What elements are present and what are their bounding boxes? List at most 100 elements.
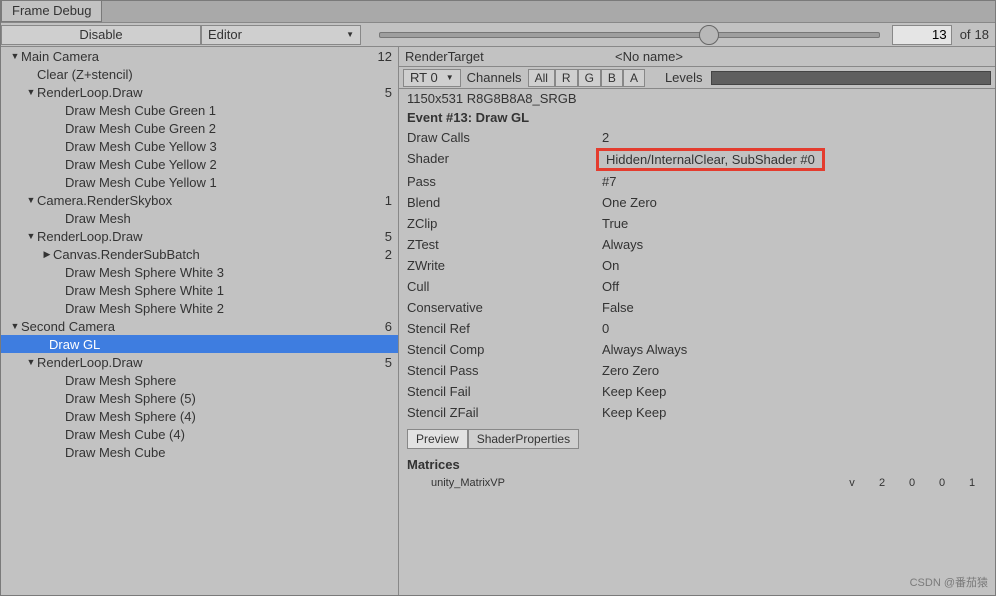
tree-row[interactable]: Clear (Z+stencil) bbox=[1, 65, 398, 83]
tree-row[interactable]: Draw Mesh Cube Yellow 3 bbox=[1, 137, 398, 155]
tree-row[interactable]: Draw Mesh bbox=[1, 209, 398, 227]
tree-label: Draw Mesh Sphere (5) bbox=[65, 391, 368, 406]
property-value: #7 bbox=[602, 174, 616, 189]
property-value: Always bbox=[602, 237, 643, 252]
render-target-label: RenderTarget bbox=[405, 49, 615, 64]
property-value: Zero Zero bbox=[602, 363, 659, 378]
sub-tabs: Preview ShaderProperties bbox=[399, 423, 995, 451]
collapse-icon[interactable]: ▼ bbox=[25, 357, 37, 367]
tree-row[interactable]: Draw Mesh Sphere White 1 bbox=[1, 281, 398, 299]
tree-row[interactable]: ▼RenderLoop.Draw5 bbox=[1, 227, 398, 245]
tree-count: 2 bbox=[368, 247, 392, 262]
event-slider[interactable] bbox=[371, 32, 888, 38]
rt-dropdown[interactable]: RT 0 ▼ bbox=[403, 69, 461, 87]
tree-label: RenderLoop.Draw bbox=[37, 229, 368, 244]
tree-row[interactable]: ▼Second Camera6 bbox=[1, 317, 398, 335]
tree-row[interactable]: Draw Mesh Cube bbox=[1, 443, 398, 461]
property-label: Stencil Fail bbox=[407, 384, 602, 399]
slider-track[interactable] bbox=[379, 32, 880, 38]
property-value: False bbox=[602, 300, 634, 315]
tree-label: Draw Mesh Sphere White 1 bbox=[65, 283, 368, 298]
tree-row[interactable]: Draw Mesh Cube (4) bbox=[1, 425, 398, 443]
tree-label: Second Camera bbox=[21, 319, 368, 334]
tree-row[interactable]: Draw Mesh Sphere White 3 bbox=[1, 263, 398, 281]
tree-label: Draw Mesh Cube Green 1 bbox=[65, 103, 368, 118]
property-label: Pass bbox=[407, 174, 602, 189]
matrix-row: unity_MatrixVP v 2 0 0 1 bbox=[399, 474, 995, 492]
channel-button-a[interactable]: A bbox=[623, 69, 645, 87]
levels-label: Levels bbox=[665, 70, 703, 85]
channels-label: Channels bbox=[465, 70, 524, 85]
highlight-box bbox=[596, 148, 825, 171]
property-row: ZTestAlways bbox=[399, 234, 995, 255]
property-value: Hidden/InternalClear, SubShader #0 bbox=[602, 151, 819, 168]
channel-button-all[interactable]: All bbox=[528, 69, 555, 87]
expand-icon[interactable]: ▶ bbox=[41, 249, 53, 260]
property-label: Cull bbox=[407, 279, 602, 294]
property-label: Blend bbox=[407, 195, 602, 210]
event-title: Event #13: Draw GL bbox=[399, 108, 995, 127]
tree-row[interactable]: ▼RenderLoop.Draw5 bbox=[1, 83, 398, 101]
chevron-down-icon: ▼ bbox=[446, 73, 454, 82]
levels-slider[interactable] bbox=[711, 71, 991, 85]
resolution-info: 1150x531 R8G8B8A8_SRGB bbox=[399, 89, 995, 108]
property-row: ZWriteOn bbox=[399, 255, 995, 276]
collapse-icon[interactable]: ▼ bbox=[9, 51, 21, 61]
collapse-icon[interactable]: ▼ bbox=[25, 87, 37, 97]
property-label: Stencil Pass bbox=[407, 363, 602, 378]
channels-row: RT 0 ▼ Channels AllRGBA Levels bbox=[399, 67, 995, 89]
tree-row[interactable]: Draw Mesh Cube Yellow 2 bbox=[1, 155, 398, 173]
tree-label: Draw Mesh Sphere White 2 bbox=[65, 301, 368, 316]
property-row: ShaderHidden/InternalClear, SubShader #0 bbox=[399, 148, 995, 171]
tab-shader-properties[interactable]: ShaderProperties bbox=[468, 429, 579, 449]
event-tree: ▼Main Camera12Clear (Z+stencil)▼RenderLo… bbox=[1, 47, 399, 595]
titlebar: Frame Debug bbox=[1, 1, 995, 23]
render-target-value: <No name> bbox=[615, 49, 683, 64]
target-dropdown[interactable]: Editor ▼ bbox=[201, 25, 361, 45]
tree-label: Camera.RenderSkybox bbox=[37, 193, 368, 208]
tree-label: Draw Mesh Cube (4) bbox=[65, 427, 368, 442]
property-value: Always Always bbox=[602, 342, 687, 357]
property-label: Stencil Ref bbox=[407, 321, 602, 336]
event-number-input[interactable] bbox=[892, 25, 952, 45]
tree-row[interactable]: Draw Mesh Cube Yellow 1 bbox=[1, 173, 398, 191]
tab-preview[interactable]: Preview bbox=[407, 429, 468, 449]
tree-count: 12 bbox=[368, 49, 392, 64]
tree-row[interactable]: ▶Canvas.RenderSubBatch2 bbox=[1, 245, 398, 263]
property-label: Shader bbox=[407, 151, 602, 168]
tree-row[interactable]: Draw Mesh Sphere (4) bbox=[1, 407, 398, 425]
tree-label: Draw Mesh Cube Green 2 bbox=[65, 121, 368, 136]
tree-label: RenderLoop.Draw bbox=[37, 355, 368, 370]
tree-row[interactable]: Draw Mesh Sphere (5) bbox=[1, 389, 398, 407]
collapse-icon[interactable]: ▼ bbox=[25, 231, 37, 241]
window-tab[interactable]: Frame Debug bbox=[1, 1, 102, 22]
disable-button[interactable]: Disable bbox=[1, 25, 201, 45]
property-row: Stencil CompAlways Always bbox=[399, 339, 995, 360]
channel-button-r[interactable]: R bbox=[555, 69, 578, 87]
tree-row[interactable]: Draw GL bbox=[1, 335, 398, 353]
collapse-icon[interactable]: ▼ bbox=[25, 195, 37, 205]
property-label: ZTest bbox=[407, 237, 602, 252]
channel-button-g[interactable]: G bbox=[578, 69, 601, 87]
property-row: Stencil Ref0 bbox=[399, 318, 995, 339]
slider-thumb[interactable] bbox=[699, 25, 719, 45]
property-label: ZClip bbox=[407, 216, 602, 231]
property-value: 0 bbox=[602, 321, 609, 336]
property-label: Draw Calls bbox=[407, 130, 602, 145]
channel-button-b[interactable]: B bbox=[601, 69, 623, 87]
tree-row[interactable]: ▼Camera.RenderSkybox1 bbox=[1, 191, 398, 209]
property-value: Keep Keep bbox=[602, 384, 666, 399]
tree-row[interactable]: ▼Main Camera12 bbox=[1, 47, 398, 65]
tree-row[interactable]: Draw Mesh Sphere White 2 bbox=[1, 299, 398, 317]
tree-label: Canvas.RenderSubBatch bbox=[53, 247, 368, 262]
tree-row[interactable]: Draw Mesh Cube Green 2 bbox=[1, 119, 398, 137]
property-label: Stencil ZFail bbox=[407, 405, 602, 420]
tree-row[interactable]: ▼RenderLoop.Draw5 bbox=[1, 353, 398, 371]
tree-row[interactable]: Draw Mesh Sphere bbox=[1, 371, 398, 389]
tree-row[interactable]: Draw Mesh Cube Green 1 bbox=[1, 101, 398, 119]
tree-label: Draw Mesh Sphere White 3 bbox=[65, 265, 368, 280]
collapse-icon[interactable]: ▼ bbox=[9, 321, 21, 331]
chevron-down-icon: ▼ bbox=[346, 30, 354, 39]
tree-label: Draw Mesh Sphere (4) bbox=[65, 409, 368, 424]
property-row: Draw Calls2 bbox=[399, 127, 995, 148]
